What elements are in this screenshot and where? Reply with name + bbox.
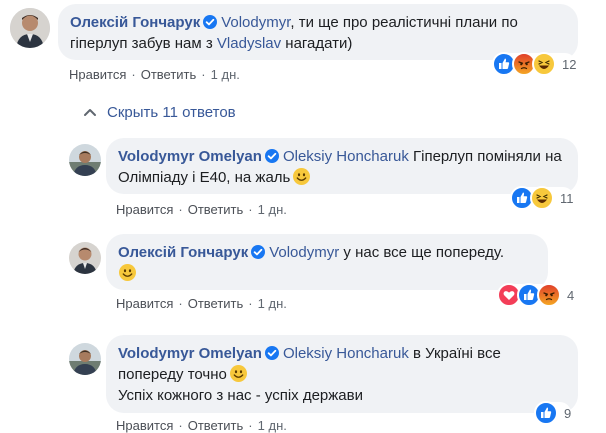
separator: · (178, 202, 183, 217)
avatar[interactable] (10, 8, 50, 48)
comment-actions: Нравится · Ответить · 1 дн. (116, 202, 287, 217)
comment-bubble: Volodymyr Omelyan Oleksiy Honcharuk Гіпер… (106, 138, 578, 194)
hide-replies-label: Скрыть 11 ответов (107, 104, 236, 121)
like-reaction-icon (534, 401, 558, 425)
comment-time[interactable]: 1 дн. (211, 67, 240, 82)
avatar[interactable] (69, 343, 101, 375)
reply-link[interactable]: Ответить (188, 202, 244, 217)
comment-time[interactable]: 1 дн. (258, 296, 287, 311)
smile-emoji-icon (229, 365, 247, 382)
reaction-count[interactable]: 12 (562, 57, 576, 72)
reactions-summary[interactable]: 12 (492, 52, 577, 76)
comment-actions: Нравится · Ответить · 1 дн. (69, 67, 240, 82)
reply-link[interactable]: Ответить (188, 418, 244, 433)
separator: · (248, 418, 253, 433)
reply-link[interactable]: Ответить (141, 67, 197, 82)
verified-badge-icon (251, 245, 266, 259)
comment-mention-2[interactable]: Vladyslav (217, 35, 281, 52)
comment-time[interactable]: 1 дн. (258, 418, 287, 433)
separator: · (248, 296, 253, 311)
chevron-up-icon (83, 104, 97, 121)
reactions-summary[interactable]: 4 (497, 283, 575, 307)
comment-mention[interactable]: Oleksiy Honcharuk (283, 345, 409, 362)
hide-replies-button[interactable]: Скрыть 11 ответов (83, 104, 236, 121)
separator: · (248, 202, 253, 217)
separator: · (201, 67, 206, 82)
comment-bubble: Олексій Гончарук Volodymyr у нас все ще п… (106, 234, 548, 290)
reaction-count[interactable]: 9 (564, 406, 571, 421)
comment-author[interactable]: Олексій Гончарук (70, 14, 200, 31)
smile-emoji-icon (119, 264, 136, 281)
comment-actions: Нравится · Ответить · 1 дн. (116, 418, 287, 433)
comment-text-end: нагадати) (281, 35, 353, 52)
reaction-count[interactable]: 4 (567, 288, 574, 303)
verified-badge-icon (203, 15, 218, 29)
comment-text: у нас все ще попереду. (339, 244, 505, 261)
comment-author[interactable]: Олексій Гончарук (118, 244, 248, 261)
comment-mention[interactable]: Volodymyr (269, 244, 339, 261)
verified-badge-icon (264, 149, 279, 163)
like-link[interactable]: Нравится (116, 296, 173, 311)
comment-author[interactable]: Volodymyr Omelyan (118, 345, 262, 362)
comment-mention[interactable]: Volodymyr (221, 14, 290, 31)
reactions-summary[interactable]: 9 (534, 401, 572, 425)
haha-reaction-icon (530, 186, 554, 210)
comment-time[interactable]: 1 дн. (258, 202, 287, 217)
angry-reaction-icon (537, 283, 561, 307)
comment-text-line2: Успіх кожного з нас - успіх держави (118, 387, 363, 404)
comment-actions: Нравится · Ответить · 1 дн. (116, 296, 287, 311)
separator: · (131, 67, 136, 82)
separator: · (178, 418, 183, 433)
like-link[interactable]: Нравится (116, 202, 173, 217)
smile-emoji-icon (293, 168, 311, 185)
like-link[interactable]: Нравится (69, 67, 126, 82)
avatar[interactable] (69, 242, 101, 274)
comment-mention[interactable]: Oleksiy Honcharuk (283, 148, 409, 165)
separator: · (178, 296, 183, 311)
reaction-count[interactable]: 11 (560, 191, 574, 206)
comment-author[interactable]: Volodymyr Omelyan (118, 148, 262, 165)
reactions-summary[interactable]: 11 (510, 186, 574, 210)
verified-badge-icon (264, 346, 279, 360)
reply-link[interactable]: Ответить (188, 296, 244, 311)
like-link[interactable]: Нравится (116, 418, 173, 433)
haha-reaction-icon (532, 52, 556, 76)
avatar[interactable] (69, 144, 101, 176)
comment-bubble: Volodymyr Omelyan Oleksiy Honcharuk в Укр… (106, 335, 578, 413)
